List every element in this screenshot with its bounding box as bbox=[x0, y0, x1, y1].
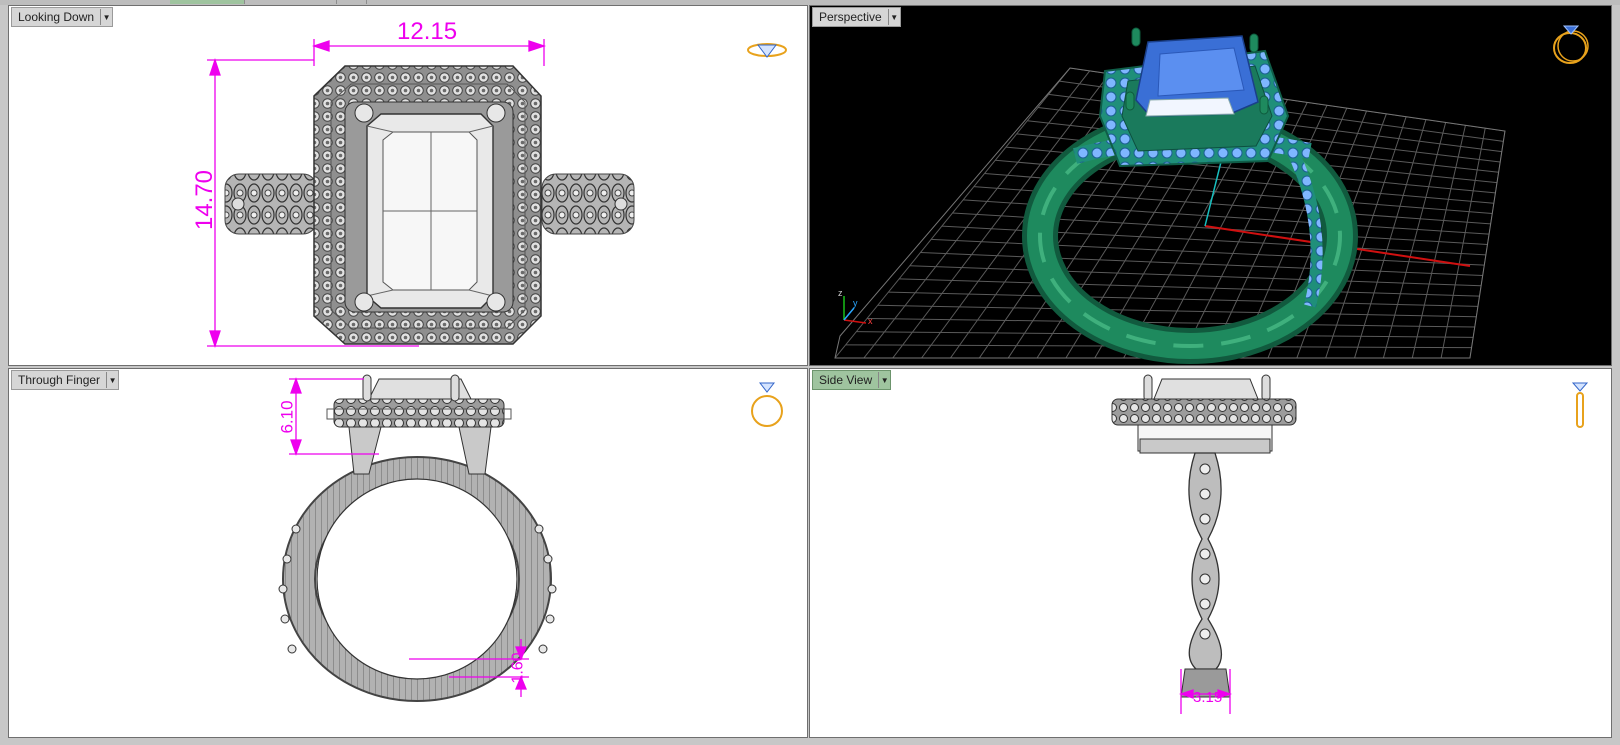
viewport-through-finger[interactable]: Through Finger ▼ 6.10 1.60 bbox=[8, 368, 808, 738]
ring-perspective-render bbox=[834, 27, 1506, 364]
viewport-title-looking-down[interactable]: Looking Down ▼ bbox=[11, 7, 114, 27]
doc-tab-active[interactable] bbox=[170, 0, 245, 4]
viewport-label: Side View bbox=[819, 373, 873, 387]
dimension-width: 12.15 bbox=[397, 18, 458, 45]
axis-gizmo: z y x bbox=[836, 288, 876, 328]
chevron-down-icon[interactable]: ▼ bbox=[106, 372, 118, 388]
dimension-shank-thickness: 1.60 bbox=[509, 652, 527, 684]
viewport-label: Looking Down bbox=[18, 10, 95, 24]
ring-orientation-icon bbox=[751, 382, 783, 427]
doc-tab[interactable] bbox=[0, 0, 171, 4]
dimension-top-height: 6.10 bbox=[277, 400, 297, 434]
viewport-label: Perspective bbox=[819, 10, 882, 24]
chevron-down-icon[interactable]: ▼ bbox=[878, 372, 890, 388]
viewport-looking-down[interactable]: Looking Down ▼ 12.15 14.70 bbox=[8, 5, 808, 366]
ring-orientation-icon bbox=[747, 43, 787, 58]
ring-side-view bbox=[1111, 374, 1297, 714]
dimension-shank-width: 3.15 bbox=[1193, 689, 1223, 706]
ring-orientation-icon bbox=[1553, 25, 1589, 64]
chevron-down-icon[interactable]: ▼ bbox=[100, 9, 112, 25]
viewport-title-perspective[interactable]: Perspective ▼ bbox=[812, 7, 901, 27]
ring-top-view bbox=[207, 39, 635, 349]
axis-z-label: z bbox=[838, 288, 843, 298]
ring-orientation-icon bbox=[1571, 382, 1589, 428]
ring-front-view bbox=[278, 374, 557, 702]
doc-tab[interactable] bbox=[244, 0, 337, 4]
chevron-down-icon[interactable]: ▼ bbox=[887, 9, 900, 25]
doc-tab[interactable] bbox=[336, 0, 367, 4]
viewport-perspective[interactable]: Perspective ▼ z y x bbox=[809, 5, 1612, 366]
axis-x-label: x bbox=[868, 316, 873, 326]
axis-y-label: y bbox=[853, 298, 858, 308]
viewport-title-through-finger[interactable]: Through Finger ▼ bbox=[11, 370, 120, 390]
viewport-title-side-view[interactable]: Side View ▼ bbox=[812, 370, 892, 390]
dimension-height: 14.70 bbox=[191, 169, 219, 231]
viewport-side-view[interactable]: Side View ▼ 3.15 bbox=[809, 368, 1612, 738]
viewport-label: Through Finger bbox=[18, 373, 101, 387]
